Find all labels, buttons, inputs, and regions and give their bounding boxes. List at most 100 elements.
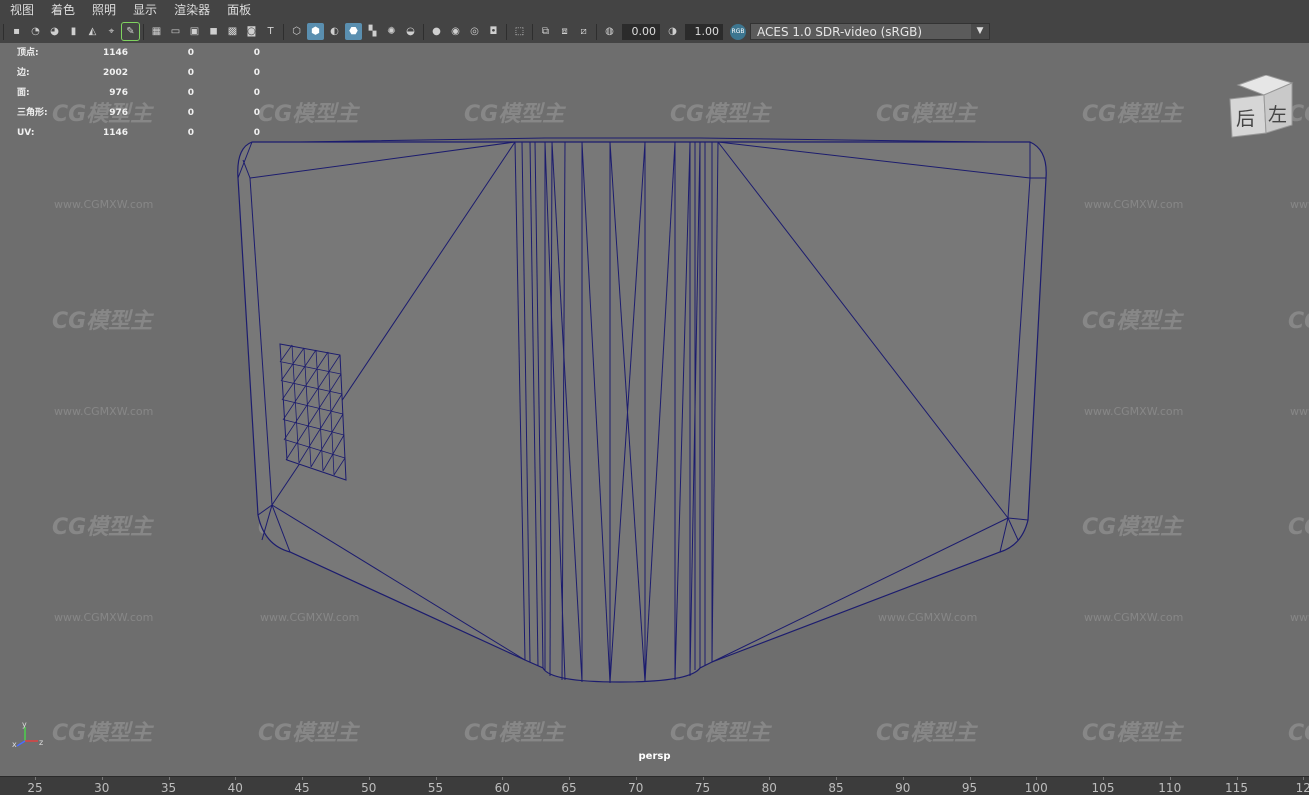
poly-count-hud: 顶点: 1146 0 0 边: 2002 0 0 面: 976 0 0 三角形: 976 0 0 UV: 1146… xyxy=(17,43,260,143)
motion-blur-icon[interactable]: ◉ xyxy=(447,23,464,40)
xray-joints-icon[interactable]: ⧄ xyxy=(575,23,592,40)
safe-action-icon[interactable]: ◙ xyxy=(243,23,260,40)
hud-value: 1146 xyxy=(102,48,128,58)
bookmark-icon[interactable]: ▮ xyxy=(65,23,82,40)
menu-item-0[interactable]: 视图 xyxy=(0,0,41,20)
select-camera-icon[interactable]: ▪ xyxy=(8,23,25,40)
timeline-tick-label: 75 xyxy=(694,781,711,795)
menu-item-1[interactable]: 着色 xyxy=(41,0,82,20)
menu-item-2[interactable]: 照明 xyxy=(82,0,123,20)
toolbar-separator xyxy=(596,23,597,40)
safe-title-icon[interactable]: T xyxy=(262,23,279,40)
xray-icon[interactable]: ⧉ xyxy=(537,23,554,40)
hud-value: 2002 xyxy=(102,68,128,78)
hud-value: 0 xyxy=(253,88,260,98)
mesh-wireframe[interactable] xyxy=(0,43,1309,776)
color-management-icon[interactable]: RGB xyxy=(730,23,746,40)
hud-value: 0 xyxy=(253,48,260,58)
camera-attributes-icon[interactable]: ◔ xyxy=(27,23,44,40)
timeline-tick-mark xyxy=(302,777,303,780)
timeline-tick-mark xyxy=(569,777,570,780)
menu-item-3[interactable]: 显示 xyxy=(123,0,164,20)
use-all-lights-icon[interactable]: ✺ xyxy=(383,23,400,40)
hud-value: 0 xyxy=(187,128,194,138)
timeline-tick-label: 45 xyxy=(294,781,310,795)
timeline-tick-label: 35 xyxy=(160,781,177,795)
hud-value: 0 xyxy=(187,68,194,78)
hud-value: 0 xyxy=(253,108,260,118)
depth-of-field-icon[interactable]: ◘ xyxy=(485,23,502,40)
image-plane-icon[interactable]: ◭ xyxy=(84,23,101,40)
field-chart-icon[interactable]: ▩ xyxy=(224,23,241,40)
2d-pan-zoom-icon[interactable]: ⌖ xyxy=(103,23,120,40)
default-material-icon[interactable]: ◐ xyxy=(326,23,343,40)
exposure-icon[interactable]: ◍ xyxy=(601,23,618,40)
shadows-icon[interactable]: ◒ xyxy=(402,23,419,40)
timeline-tick-mark xyxy=(836,777,837,780)
gamma-field[interactable]: 1.00 xyxy=(685,23,723,40)
timeline-tick-label: 60 xyxy=(494,781,510,795)
hud-row: 顶点: 1146 0 0 xyxy=(17,43,260,63)
viewcube[interactable]: 后 左 xyxy=(1226,74,1296,149)
gate-mask-icon[interactable]: ◼ xyxy=(205,23,222,40)
mesh-grid-patch xyxy=(279,343,347,481)
timeline-tick-label: 85 xyxy=(828,781,844,795)
timeline-tick-mark xyxy=(235,777,237,780)
screen-space-ao-icon[interactable]: ● xyxy=(428,23,445,40)
timeline-tick-label: 110 xyxy=(1158,781,1182,795)
timeline-tick-mark xyxy=(502,777,504,780)
camera-name-label: persp xyxy=(638,751,671,762)
color-space-value: ACES 1.0 SDR-video (sRGB) xyxy=(757,25,923,39)
hud-value: 0 xyxy=(253,68,260,78)
timeline-tick-mark xyxy=(1303,777,1305,780)
menu-item-5[interactable]: 面板 xyxy=(217,0,258,20)
film-gate-icon[interactable]: ▭ xyxy=(167,23,184,40)
viewcube-left-label: 左 xyxy=(1268,104,1287,126)
isolate-select-icon[interactable]: ⬚ xyxy=(511,23,528,40)
exposure-field[interactable]: 0.00 xyxy=(622,23,660,40)
gamma-icon[interactable]: ◑ xyxy=(664,23,681,40)
timeline-tick-mark xyxy=(1169,777,1171,780)
timeline-tick-label: 65 xyxy=(561,781,577,795)
axis-gizmo: y x z xyxy=(10,720,50,755)
hud-row: 面: 976 0 0 xyxy=(17,83,260,103)
color-space-dropdown[interactable]: ACES 1.0 SDR-video (sRGB) ▼ xyxy=(750,23,990,40)
toolbar-grip xyxy=(3,23,4,40)
timeline-tick-label: 40 xyxy=(227,781,243,795)
toolbar-separator xyxy=(532,23,533,40)
viewport-3d[interactable]: CG模型主www.CGMXW.comCG模型主www.CGMXW.comCG模型… xyxy=(0,43,1309,776)
resolution-gate-icon[interactable]: ▣ xyxy=(186,23,203,40)
hud-value: 1146 xyxy=(102,128,128,138)
grease-pencil-icon[interactable]: ✎ xyxy=(121,22,140,41)
wireframe-on-shaded-icon[interactable]: ⬣ xyxy=(345,23,362,40)
chevron-down-icon[interactable]: ▼ xyxy=(971,24,989,39)
timeline-tick-label: 105 xyxy=(1091,781,1115,795)
hud-label: 三角形: xyxy=(17,108,48,118)
hud-value: 0 xyxy=(187,88,194,98)
toolbar-separator xyxy=(143,23,144,40)
hud-value: 0 xyxy=(187,48,194,58)
mesh-silhouette xyxy=(237,141,1047,683)
wireframe-icon[interactable]: ⬡ xyxy=(288,23,305,40)
timeline-tick-label: 12 xyxy=(1295,781,1309,795)
toolbar-separator xyxy=(283,23,284,40)
anti-aliasing-icon[interactable]: ◎ xyxy=(466,23,483,40)
hud-label: 顶点: xyxy=(17,48,39,58)
menu-item-4[interactable]: 渲染器 xyxy=(164,0,217,20)
time-slider[interactable]: 25 30 35 40 45 50 55 60 65 70 75 80 85 90 95 100 105 110 1… xyxy=(0,776,1309,795)
grid-icon[interactable]: ▦ xyxy=(148,23,165,40)
timeline-tick-mark xyxy=(969,777,971,780)
hud-label: UV: xyxy=(17,128,35,138)
axis-x-label: x xyxy=(12,740,17,749)
bookmarks-icon[interactable]: ◕ xyxy=(46,23,63,40)
timeline-tick-mark xyxy=(769,777,771,780)
timeline-tick-mark xyxy=(702,777,704,780)
textured-icon[interactable]: ▚ xyxy=(364,23,381,40)
timeline-tick-label: 25 xyxy=(27,781,43,795)
panel-menubar: 视图 着色 照明 显示 渲染器 面板 xyxy=(0,0,1309,20)
smooth-shade-icon[interactable]: ⬢ xyxy=(307,23,324,40)
timeline-tick-label: 30 xyxy=(94,781,110,795)
hud-value: 0 xyxy=(187,108,194,118)
hud-value: 976 xyxy=(109,88,128,98)
xray-active-components-icon[interactable]: ⧈ xyxy=(556,23,573,40)
